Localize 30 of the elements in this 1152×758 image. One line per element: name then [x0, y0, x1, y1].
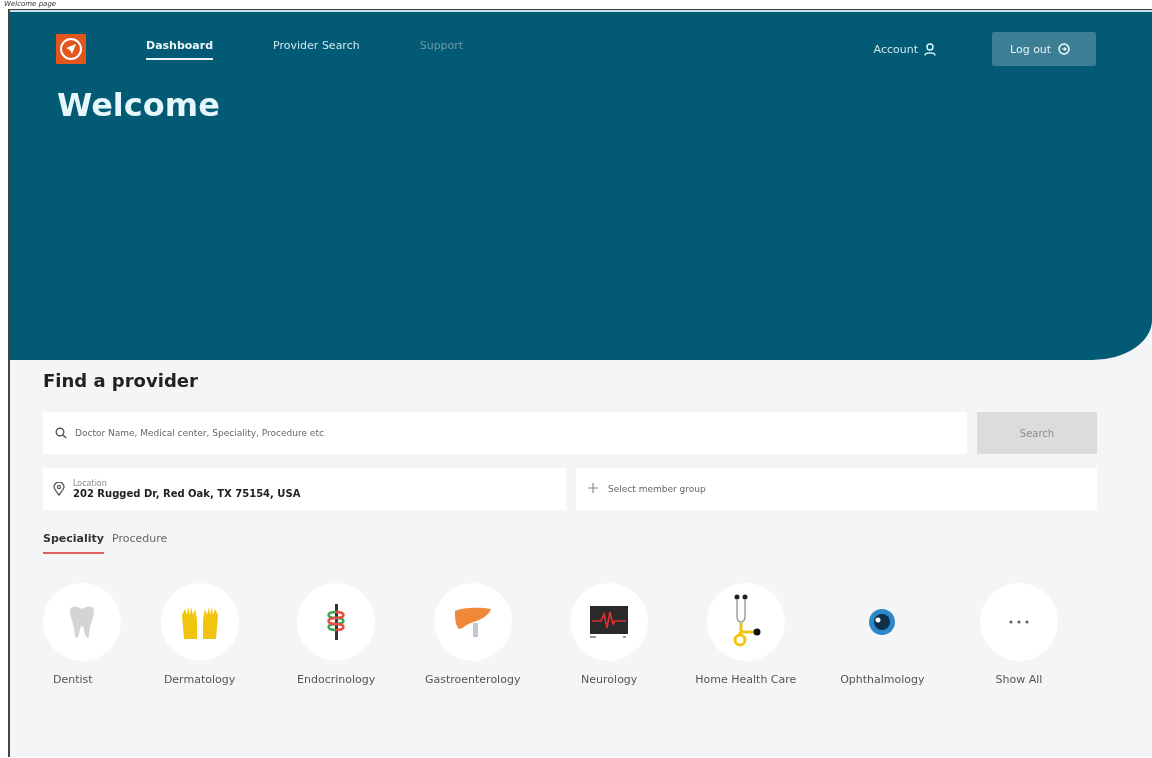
nav-link[interactable]: Dashboard: [146, 38, 214, 60]
speciality-label[interactable]: Show All: [995, 673, 1043, 686]
field-value: 202 Rugged Dr, Red Oak, TX 75154, USA: [73, 488, 301, 499]
field-label: Location: [73, 479, 108, 488]
account-link[interactable]: Account: [873, 42, 936, 56]
speciality-label[interactable]: Gastroenterology: [424, 673, 521, 686]
member-group-field[interactable]: Select member group: [576, 468, 1097, 510]
speciality-label[interactable]: Dentist: [53, 673, 93, 686]
nav-link[interactable]: Provider Search: [273, 38, 360, 60]
speciality-label[interactable]: Home Health Care: [695, 673, 797, 686]
user-icon: [924, 42, 936, 56]
speciality-label[interactable]: Dermatology: [163, 673, 236, 686]
search-field[interactable]: Doctor Name, Medical center, Speciality, Procedure etc: [43, 412, 967, 454]
logout-button[interactable]: Log out: [992, 32, 1096, 66]
logo-icon[interactable]: [56, 34, 86, 64]
welcome-title: Welcome: [57, 86, 221, 124]
location-field[interactable]: Location 202 Rugged Dr, Red Oak, TX 75154, USA: [43, 468, 566, 510]
speciality-label[interactable]: Endocrinology: [297, 673, 376, 686]
location-pin-icon: [53, 482, 65, 496]
heart-monitor-icon: [589, 604, 630, 640]
speciality-label[interactable]: Ophthalmology: [840, 673, 925, 686]
tab[interactable]: Procedure: [111, 532, 168, 554]
logout-icon: [1058, 43, 1071, 55]
more-icon: [1008, 620, 1029, 624]
eye-icon: [867, 607, 898, 637]
speciality-label[interactable]: Neurology: [581, 673, 638, 686]
tooth-icon: [67, 605, 97, 639]
section-title: Find a provider: [43, 370, 199, 393]
liver-icon: [452, 605, 493, 639]
tab[interactable]: Speciality: [43, 532, 104, 554]
